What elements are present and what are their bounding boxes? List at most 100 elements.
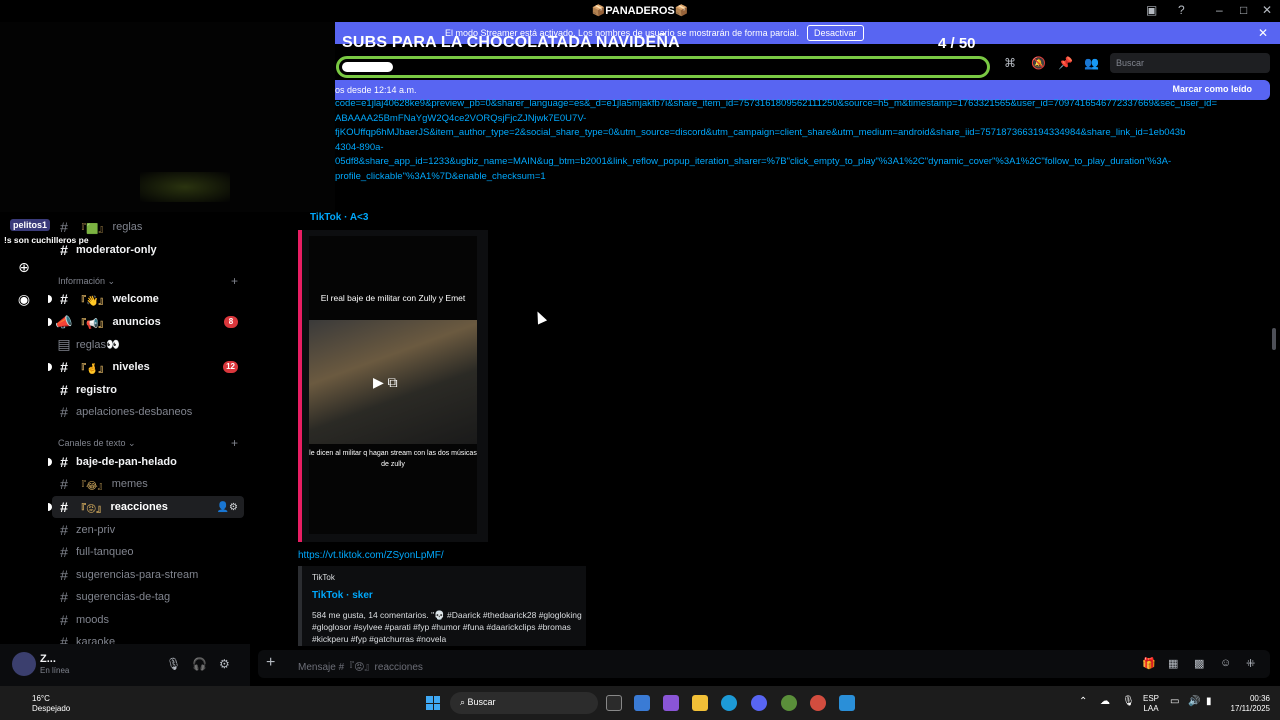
channel-label: memes (111, 478, 148, 490)
maximize-button[interactable]: □ (1240, 3, 1247, 17)
add-channel-icon[interactable]: + (231, 436, 238, 450)
clock[interactable]: 00:36 17/11/2025 (1226, 694, 1270, 714)
channel-sugerencias-para-stream[interactable]: # sugerencias-para-stream (52, 564, 244, 586)
url-line: ABAAAA25BmFNaYgW2Q4ce2VORQsjFjcZJNjwk7E0… (335, 112, 587, 124)
gif-icon[interactable]: ▦ (1168, 657, 1178, 670)
username[interactable]: Z... (40, 653, 56, 665)
channel-emoji: 『😂』 (76, 480, 108, 492)
hash-icon: # (60, 359, 68, 375)
channel-welcome[interactable]: # 『👋』 welcome (48, 288, 244, 310)
megaphone-icon: 📣 (55, 313, 73, 330)
screen: 📦PANADEROS📦 ▣ ? – □ ✕ ⊕ ◉ # 『🟩』 reglas #… (0, 0, 1280, 720)
channel-memes[interactable]: # 『😂』 memes (52, 473, 244, 495)
edge-icon[interactable] (721, 695, 737, 711)
gear-icon[interactable]: ⚙ (219, 657, 230, 671)
weather-widget[interactable]: 16°C Despejado (14, 694, 70, 714)
channel-moods[interactable]: # moods (52, 609, 244, 631)
chevron-up-icon[interactable]: ⌃ (1079, 696, 1087, 707)
emoji-icon[interactable]: ☺ (1220, 657, 1231, 669)
rules-icon: ▤ (57, 335, 71, 352)
app-icon[interactable] (781, 695, 797, 711)
help-icon[interactable]: ? (1178, 3, 1185, 17)
threads-icon[interactable]: ⌘ (1004, 56, 1016, 70)
volume-icon[interactable]: 🔊 (1188, 696, 1200, 707)
add-attachment-icon[interactable]: + (266, 654, 275, 672)
url-line: profile_clickable"%3A1%7D&enable_checksu… (335, 170, 546, 182)
copilot-icon[interactable] (663, 695, 679, 711)
start-icon[interactable] (426, 696, 440, 710)
hash-icon: # (60, 476, 68, 492)
discord-icon[interactable] (751, 695, 767, 711)
url-line: code=e1jlaj40628ke9&preview_pb=0&sharer_… (335, 98, 1217, 109)
stream-chat-user: pelitos1 (10, 219, 51, 231)
message-input[interactable]: Mensaje #『😡』reacciones (298, 658, 423, 673)
mute-bell-icon[interactable]: 🔕 (1031, 56, 1046, 70)
members-icon[interactable]: 👥 (1084, 56, 1099, 70)
channel-apelaciones-desbaneos[interactable]: # apelaciones-desbaneos (52, 401, 244, 423)
onedrive-icon[interactable]: ☁ (1100, 696, 1110, 707)
gift-icon[interactable]: 🎁 (1142, 657, 1156, 670)
category-label: Canales de texto ⌄ (58, 438, 136, 448)
apps-icon[interactable]: ⁜ (1246, 657, 1255, 670)
message-url[interactable]: code=e1jlaj40628ke9&preview_pb=0&sharer_… (335, 97, 1255, 184)
channel-label: zen-priv (76, 524, 116, 536)
tiktok-embed-2: TikTok TikTok · sker 584 me gusta, 14 co… (298, 566, 586, 646)
channel-full-tanqueo[interactable]: # full-tanqueo (52, 541, 244, 563)
sticker-icon[interactable]: ▩ (1194, 657, 1204, 670)
channel-anuncios[interactable]: 📣 『📢』 anuncios 8 (48, 311, 244, 333)
channel-reacciones[interactable]: # 『😡』 reacciones 👤⚙ (48, 496, 244, 518)
scrollbar[interactable] (1272, 328, 1276, 350)
channel-settings-icons[interactable]: 👤⚙ (217, 502, 238, 513)
inbox-icon[interactable]: ▣ (1146, 3, 1157, 17)
channel-reglas[interactable]: ▤ reglas👀 (52, 333, 244, 355)
channel-zen-priv[interactable]: # zen-priv (52, 519, 244, 541)
add-channel-icon[interactable]: + (231, 274, 238, 288)
task-view-icon[interactable] (606, 695, 622, 711)
taskbar-search[interactable]: ⌕ Buscar (450, 692, 598, 714)
language-indicator[interactable]: ESP LAA (1143, 694, 1159, 714)
minimize-button[interactable]: – (1216, 3, 1223, 17)
close-window-button[interactable]: ✕ (1262, 3, 1272, 17)
channel-label: apelaciones-desbaneos (76, 406, 193, 418)
pin-icon[interactable]: 📌 (1058, 56, 1073, 70)
channel-karaoke[interactable]: # karaoke (52, 631, 244, 644)
store-icon[interactable] (634, 695, 650, 711)
close-icon[interactable]: ✕ (1258, 26, 1268, 40)
network-icon[interactable]: ▭ (1170, 696, 1179, 707)
channel-emoji: 『😡』 (76, 503, 107, 515)
stream-camera-overlay (0, 22, 335, 212)
embed-title-link[interactable]: TikTok · sker (312, 590, 373, 601)
new-messages-text: os desde 12:14 a.m. (335, 85, 417, 95)
channel-baje-de-pan-helado[interactable]: # baje-de-pan-helado (48, 451, 244, 473)
channel-label: baje-de-pan-helado (76, 456, 177, 468)
mark-as-read-button[interactable]: Marcar como leído (1172, 84, 1252, 94)
app-icon[interactable] (810, 695, 826, 711)
message-composer[interactable]: + Mensaje #『😡』reacciones 🎁 ▦ ▩ ☺ ⁜ (258, 650, 1270, 678)
microphone-icon[interactable]: 🎙 (166, 657, 181, 671)
category-canales-de-texto[interactable]: Canales de texto ⌄ + (58, 436, 244, 450)
add-server-icon[interactable]: ⊕ (12, 255, 36, 279)
search-input[interactable]: Buscar (1110, 53, 1270, 73)
embed-title-link[interactable]: TikTok · A<3 (310, 212, 368, 223)
mention-badge: 8 (224, 316, 238, 328)
file-explorer-icon[interactable] (692, 695, 708, 711)
mention-badge: 12 (223, 361, 238, 373)
avatar[interactable] (12, 652, 36, 676)
microphone-icon[interactable]: 🎙 (1122, 696, 1135, 707)
tiktok-link[interactable]: https://vt.tiktok.com/ZSyonLpMF/ (298, 550, 444, 561)
explore-icon[interactable]: ◉ (12, 287, 36, 311)
category-informacion[interactable]: Información ⌄ + (58, 274, 244, 288)
deactivate-button[interactable]: Desactivar (807, 25, 864, 41)
channel-niveles[interactable]: # 『🤞』 niveles 12 (48, 356, 244, 378)
embed-video[interactable]: El real baje de militar con Zully y Emet… (309, 236, 477, 534)
battery-icon[interactable]: ▮ (1206, 696, 1212, 707)
keyboard-layout: LAA (1143, 704, 1159, 713)
channel-sugerencias-de-tag[interactable]: # sugerencias-de-tag (52, 586, 244, 608)
channel-registro[interactable]: # registro (52, 379, 244, 401)
play-icon[interactable]: ▶ ⧉ (373, 374, 398, 391)
headphones-icon[interactable]: 🎧 (192, 657, 207, 671)
channel-label: sugerencias-de-tag (76, 591, 171, 603)
category-label: Información ⌄ (58, 276, 116, 286)
user-status: En línea (40, 666, 70, 675)
app-icon[interactable] (839, 695, 855, 711)
